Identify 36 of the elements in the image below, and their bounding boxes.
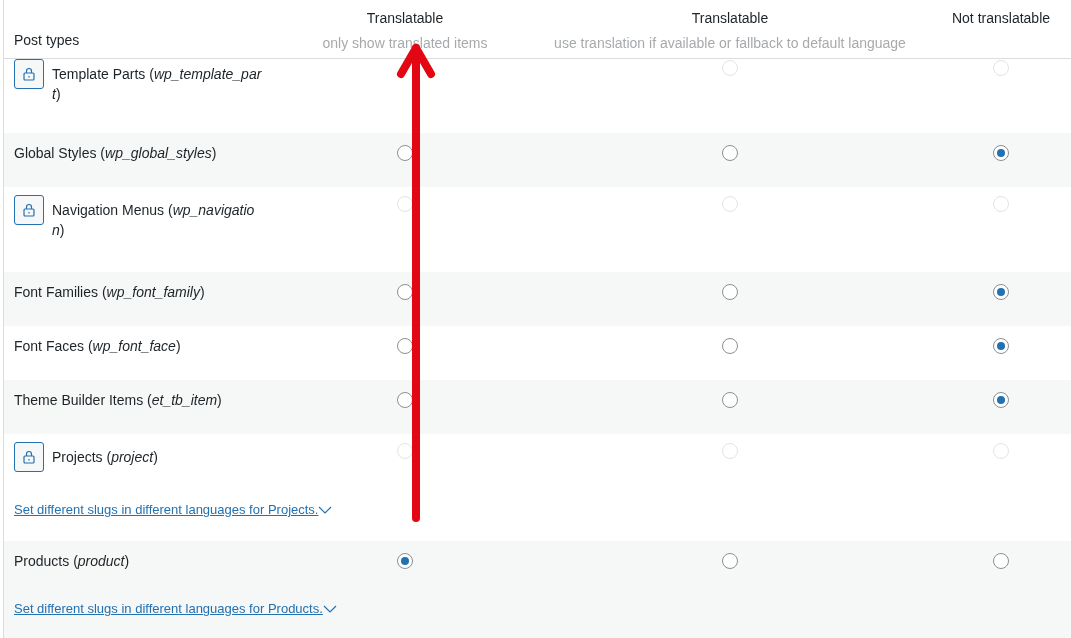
lock-icon[interactable] [14,442,44,472]
column-subtitle: only show translated items [322,34,488,53]
radio-button[interactable] [722,145,738,161]
radio-button[interactable] [397,392,413,408]
post-type-label: Navigation Menus (wp_navigation) [52,201,256,240]
column-header: Not translatable [951,9,1051,28]
radio-button[interactable] [397,284,413,300]
radio-button[interactable] [397,145,413,161]
post-type-label: Template Parts (wp_template_part) [52,65,263,104]
slug-link[interactable]: Set different slugs in different languages for Projects. [14,502,319,518]
lock-icon[interactable] [14,59,44,89]
post-type-label: Theme Builder Items (et_tb_item) [14,391,222,410]
post-type-label: Products (product) [14,552,130,571]
radio-button[interactable] [993,392,1009,408]
chevron-down-icon[interactable] [322,605,337,613]
radio-button[interactable] [722,284,738,300]
radio-button[interactable] [993,338,1009,354]
post-type-label: Projects (project) [52,448,158,467]
slug-link[interactable]: Set different slugs in different languages for Products. [14,601,323,617]
radio-button[interactable] [397,338,413,354]
radio-button[interactable] [722,392,738,408]
radio-button[interactable] [993,145,1009,161]
column-header: Translatable [366,9,444,28]
radio-button[interactable] [722,553,738,569]
radio-button[interactable] [722,338,738,354]
post-type-label: Font Faces (wp_font_face) [14,337,181,356]
radio-button[interactable] [993,553,1009,569]
lock-icon[interactable] [14,195,44,225]
column-header: Post types [14,32,80,48]
column-subtitle: use translation if available or fallback to default language [554,34,906,53]
post-type-label: Global Styles (wp_global_styles) [14,144,217,163]
column-header: Translatable [691,9,769,28]
radio-button[interactable] [397,553,413,569]
radio-button[interactable] [993,284,1009,300]
chevron-down-icon[interactable] [318,506,333,514]
post-type-label: Font Families (wp_font_family) [14,283,205,302]
